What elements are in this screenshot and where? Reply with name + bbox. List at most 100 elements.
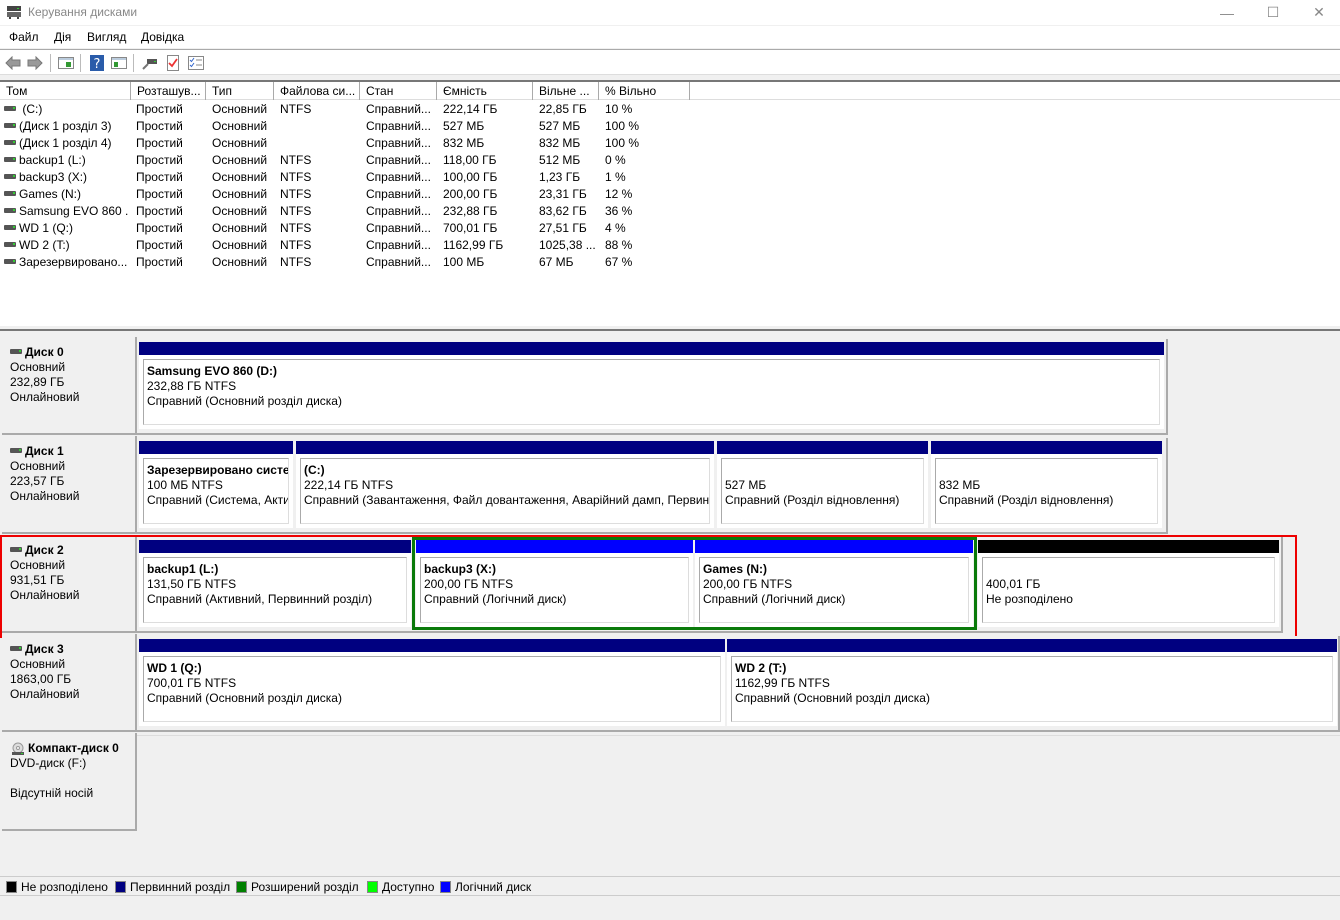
cell-text: 527 МБ: [539, 119, 581, 133]
partition-recovery-4[interactable]: 832 МБ Справний (Розділ відновлення): [931, 441, 1162, 528]
unallocated-space[interactable]: 400,01 ГБ Не розподілено: [978, 540, 1279, 627]
cell-text: 22,85 ГБ: [539, 102, 587, 116]
partition-type-bar: [139, 540, 411, 553]
pane-splitter[interactable]: [0, 326, 1340, 331]
toolbar-separator: [133, 54, 134, 72]
partition-wd2-t[interactable]: WD 2 (T:) 1162,99 ГБ NTFS Справний (Основн…: [727, 639, 1337, 726]
partition-samsung-evo-860-d[interactable]: Samsung EVO 860 (D:) 232,88 ГБ NTFS Справн…: [139, 342, 1164, 429]
cell-free-space: 1,23 ГБ: [539, 169, 601, 186]
partition-wd1-q[interactable]: WD 1 (Q:) 700,01 ГБ NTFS Справний (Основни…: [139, 639, 725, 726]
column-header-status[interactable]: Стан: [360, 82, 437, 100]
cell-text: Справний...: [366, 102, 431, 116]
cell-text: Простий: [136, 204, 183, 218]
menu-help[interactable]: Довідка: [141, 30, 184, 44]
volume-list-row[interactable]: (Диск 1 розділ 4) Простий Основний Справний…: [0, 135, 1340, 152]
partition-size: 131,50 ГБ NTFS: [147, 577, 237, 591]
partition-backup1-l[interactable]: backup1 (L:) 131,50 ГБ NTFS Справний (Акти…: [139, 540, 411, 627]
menu-action[interactable]: Дія: [54, 30, 71, 44]
volume-list-row[interactable]: backup1 (L:) Простий Основний NTFS Справний.…: [0, 152, 1340, 169]
show-hide-console-tree-button[interactable]: [57, 54, 75, 72]
partition-type-bar: [416, 540, 693, 553]
cell-type: Основний: [212, 101, 274, 118]
cell-text: backup1 (L:): [19, 153, 86, 167]
partition-c[interactable]: (C:) 222,14 ГБ NTFS Справний (Завантаження…: [296, 441, 714, 528]
menu-view[interactable]: Вигляд: [87, 30, 126, 44]
cell-text: Основний: [212, 136, 268, 150]
legend-unallocated: Не розподілено: [6, 880, 108, 894]
cell-volume: (C:): [4, 101, 129, 118]
cell-volume: (Диск 1 розділ 4): [4, 135, 129, 152]
cell-text: (Диск 1 розділ 3): [19, 119, 112, 133]
partition-system-reserved[interactable]: Зарезервировано систем 100 МБ NTFS Справни…: [139, 441, 293, 528]
toolbar-separator: [80, 54, 81, 72]
legend-bar: Не розподілено Первинний розділ Розширен…: [0, 876, 1340, 896]
toolbar: ?: [0, 49, 1340, 75]
partition-games-n[interactable]: Games (N:) 200,00 ГБ NTFS Справний (Логічн…: [695, 540, 973, 627]
checklist-button[interactable]: [187, 54, 205, 72]
cell-volume: Games (N:): [4, 186, 129, 203]
cdrom-0-label[interactable]: Компакт-диск 0 DVD-диск (F:) Відсутній н…: [2, 733, 137, 831]
cell-text: Простий: [136, 102, 183, 116]
volume-list-row[interactable]: WD 1 (Q:) Простий Основний NTFS Справний... 7…: [0, 220, 1340, 237]
volume-list-row[interactable]: backup3 (X:) Простий Основний NTFS Справний.…: [0, 169, 1340, 186]
maximize-button[interactable]: ☐: [1250, 0, 1296, 25]
cell-text: 88 %: [605, 238, 633, 252]
column-header-percent-free[interactable]: % Вільно: [599, 82, 690, 100]
disk-2-label[interactable]: Диск 2 Основний 931,51 ГБ Онлайновий: [2, 535, 137, 633]
cell-percent-free: 67 %: [605, 254, 690, 271]
disk-0-label[interactable]: Диск 0 Основний 232,89 ГБ Онлайновий: [2, 337, 137, 435]
partition-status: Справний (Система, Акти: [147, 493, 289, 507]
partition-status: Справний (Основний розділ диска): [147, 394, 342, 408]
back-button[interactable]: [4, 54, 22, 72]
menu-file[interactable]: Файл: [9, 30, 39, 44]
connect-drive-button[interactable]: [141, 54, 159, 72]
cell-text: Справний...: [366, 221, 431, 235]
volume-list-row[interactable]: (Диск 1 розділ 3) Простий Основний Справний…: [0, 118, 1340, 135]
cell-file-system: NTFS: [280, 186, 360, 203]
disk-status: Онлайновий: [10, 390, 80, 404]
volume-list-row[interactable]: WD 2 (T:) Простий Основний NTFS Справний... 1…: [0, 237, 1340, 254]
column-header-volume[interactable]: Том: [0, 82, 131, 100]
column-header-file-system[interactable]: Файлова си...: [274, 82, 360, 100]
volume-list-row[interactable]: Games (N:) Простий Основний NTFS Справний...…: [0, 186, 1340, 203]
disk-status: Онлайновий: [10, 489, 80, 503]
legend-primary: Первинний розділ: [115, 880, 230, 894]
volume-list-row[interactable]: Зарезервировано... Простий Основний NTFS Спр…: [0, 254, 1340, 271]
disk-1-label[interactable]: Диск 1 Основний 223,57 ГБ Онлайновий: [2, 436, 137, 534]
column-header-layout[interactable]: Розташув...: [131, 82, 206, 100]
cell-file-system: NTFS: [280, 254, 360, 271]
properties-button[interactable]: [164, 54, 182, 72]
partition-backup3-x[interactable]: backup3 (X:) 200,00 ГБ NTFS Справний (Логі…: [416, 540, 693, 627]
disk-3-label[interactable]: Диск 3 Основний 1863,00 ГБ Онлайновий: [2, 634, 137, 732]
disk-0-partitions: Samsung EVO 860 (D:) 232,88 ГБ NTFS Справн…: [137, 339, 1168, 435]
cell-text: WD 2 (T:): [19, 238, 70, 252]
minimize-button[interactable]: —: [1204, 0, 1250, 25]
column-header-free-space[interactable]: Вільне ...: [533, 82, 599, 100]
cell-text: 100,00 ГБ: [443, 170, 498, 184]
cell-layout: Простий: [136, 254, 206, 271]
help-button[interactable]: ?: [88, 54, 106, 72]
volume-list-row[interactable]: (C:) Простий Основний NTFS Справний... 222,14…: [0, 101, 1340, 118]
disk-type: Основний: [10, 459, 66, 473]
volume-list-row[interactable]: Samsung EVO 860 ... Простий Основний NTFS Сп…: [0, 203, 1340, 220]
partition-type-bar: [139, 342, 1164, 355]
cell-status: Справний...: [366, 135, 438, 152]
cell-percent-free: 4 %: [605, 220, 690, 237]
cell-type: Основний: [212, 152, 274, 169]
cell-file-system: [280, 118, 360, 135]
cell-type: Основний: [212, 220, 274, 237]
cell-file-system: NTFS: [280, 152, 360, 169]
column-header-capacity[interactable]: Ємність: [437, 82, 533, 100]
cell-text: Зарезервировано...: [19, 255, 128, 269]
close-button[interactable]: ✕: [1296, 0, 1340, 25]
column-header-type[interactable]: Тип: [206, 82, 274, 100]
partition-status: Не розподілено: [986, 592, 1073, 606]
forward-button[interactable]: [26, 54, 44, 72]
cell-text: NTFS: [280, 153, 312, 167]
show-hide-action-pane-button[interactable]: [110, 54, 128, 72]
partition-size: 527 МБ: [725, 478, 767, 492]
cell-text: WD 1 (Q:): [19, 221, 73, 235]
cell-free-space: 527 МБ: [539, 118, 601, 135]
volume-list-header: Том Розташув... Тип Файлова си... Стан Є…: [0, 82, 1340, 100]
partition-recovery-3[interactable]: 527 МБ Справний (Розділ відновлення): [717, 441, 928, 528]
